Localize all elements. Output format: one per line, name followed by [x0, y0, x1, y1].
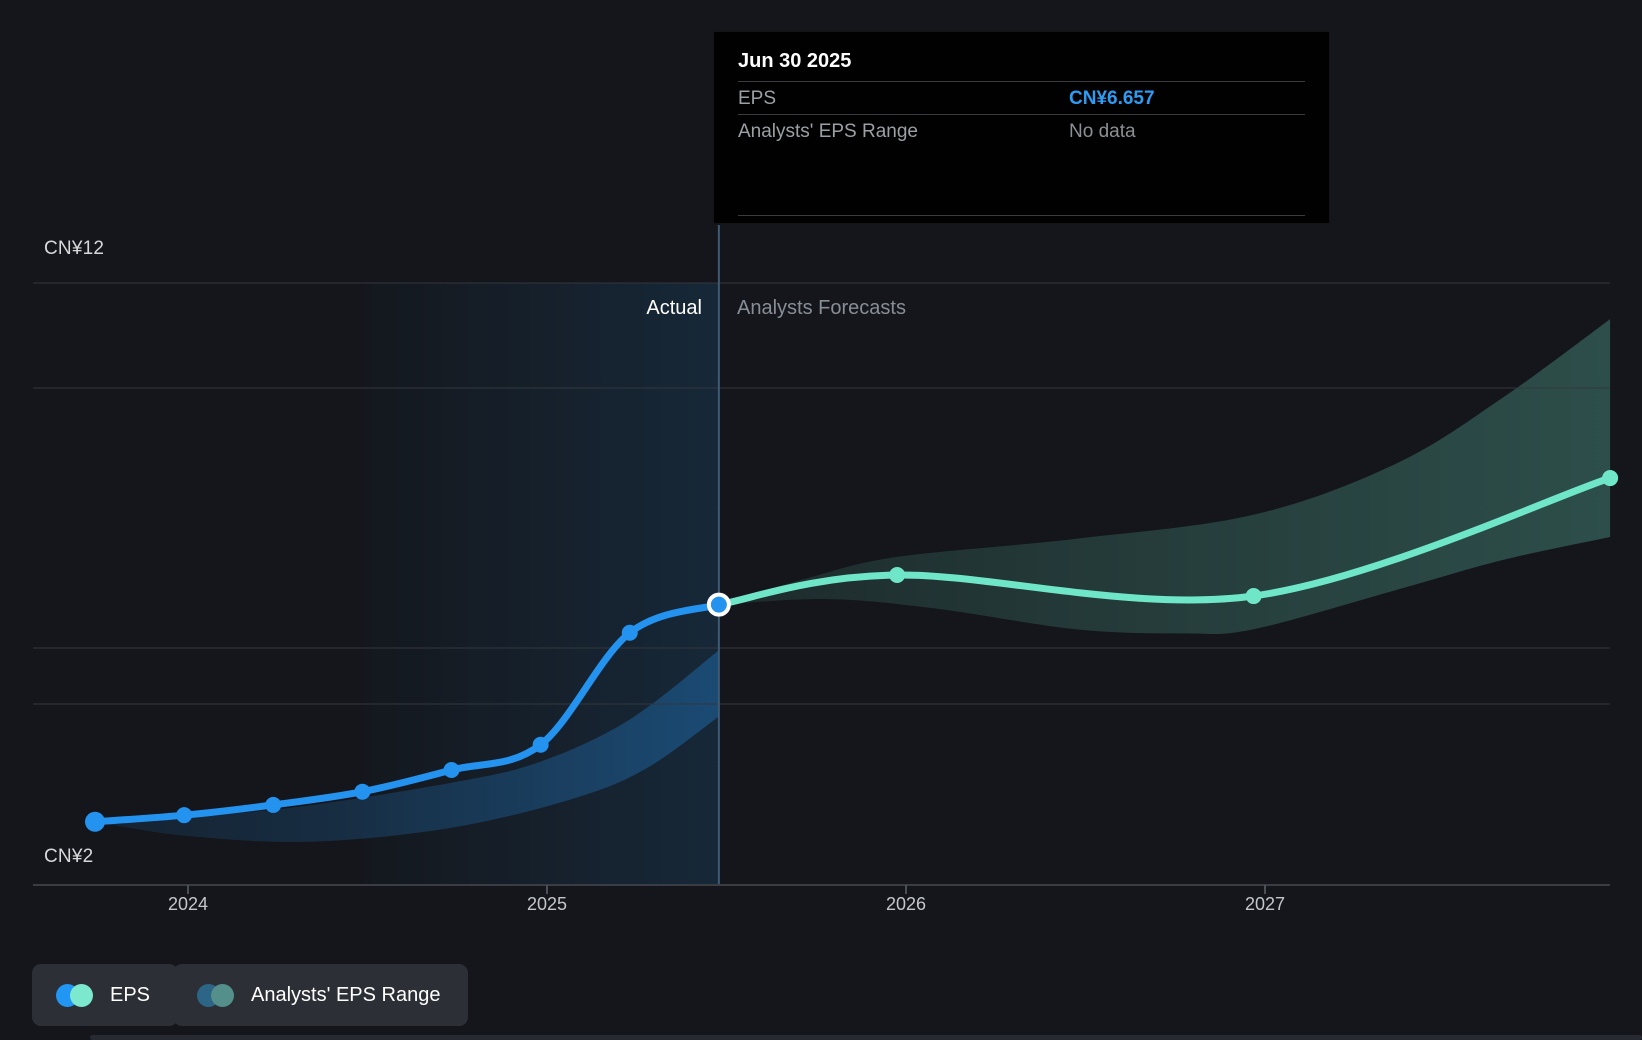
- tooltip-eps-label: EPS: [738, 88, 777, 109]
- range-forecast-color-dot: [211, 983, 234, 1007]
- eps-forecast-point-3[interactable]: [1602, 470, 1619, 487]
- highlighted-data-point[interactable]: [706, 592, 731, 617]
- eps-actual-point-5[interactable]: [532, 736, 549, 753]
- legend-chip-analysts-range[interactable]: Analysts' EPS Range: [173, 964, 469, 1026]
- eps-actual-point-0[interactable]: [85, 811, 105, 832]
- tooltip-row-eps: EPS CN¥6.657: [738, 82, 1305, 115]
- forecast-range-band: [718, 319, 1611, 635]
- horizontal-scrollbar[interactable]: [90, 1035, 1642, 1040]
- analysts-range-legend-icon: [197, 983, 234, 1007]
- legend-eps-label: EPS: [110, 983, 151, 1006]
- y-axis-bottom-label: CN¥2: [44, 846, 94, 867]
- x-axis-label-2027: 2027: [1244, 894, 1286, 914]
- x-axis-label-2026: 2026: [885, 894, 927, 914]
- tooltip-eps-value: CN¥6.657: [1069, 88, 1155, 109]
- tooltip-bottom-divider: [738, 215, 1305, 216]
- eps-actual-point-2[interactable]: [265, 796, 282, 813]
- eps-actual-point-6[interactable]: [621, 624, 638, 641]
- x-axis-label-2025: 2025: [526, 894, 568, 914]
- eps-forecast-point-1[interactable]: [889, 566, 906, 583]
- tooltip-range-label: Analysts' EPS Range: [738, 121, 918, 142]
- chart-tooltip: Jun 30 2025 EPS CN¥6.657 Analysts' EPS R…: [713, 31, 1330, 224]
- actual-zone-label: Actual: [646, 297, 702, 319]
- eps-actual-point-4[interactable]: [443, 762, 460, 779]
- x-axis-label-2024: 2024: [167, 894, 209, 914]
- legend-chip-eps[interactable]: EPS: [32, 964, 179, 1026]
- eps-legend-icon: [56, 983, 93, 1007]
- forecast-zone-label: Analysts Forecasts: [737, 297, 906, 319]
- legend-analysts-range-label: Analysts' EPS Range: [251, 983, 441, 1006]
- eps-forecast-color-dot: [70, 983, 93, 1007]
- eps-forecast-chart-screen: CN¥12 CN¥2 2024 2025 2026 2027 Actual An…: [0, 0, 1642, 1040]
- tooltip-range-value: No data: [1069, 121, 1136, 142]
- eps-actual-point-1[interactable]: [176, 807, 193, 824]
- y-axis-top-label: CN¥12: [44, 238, 105, 259]
- eps-forecast-point-2[interactable]: [1245, 588, 1262, 605]
- eps-actual-point-3[interactable]: [354, 783, 371, 800]
- tooltip-date: Jun 30 2025: [738, 32, 1305, 82]
- tooltip-row-range: Analysts' EPS Range No data: [738, 115, 1305, 148]
